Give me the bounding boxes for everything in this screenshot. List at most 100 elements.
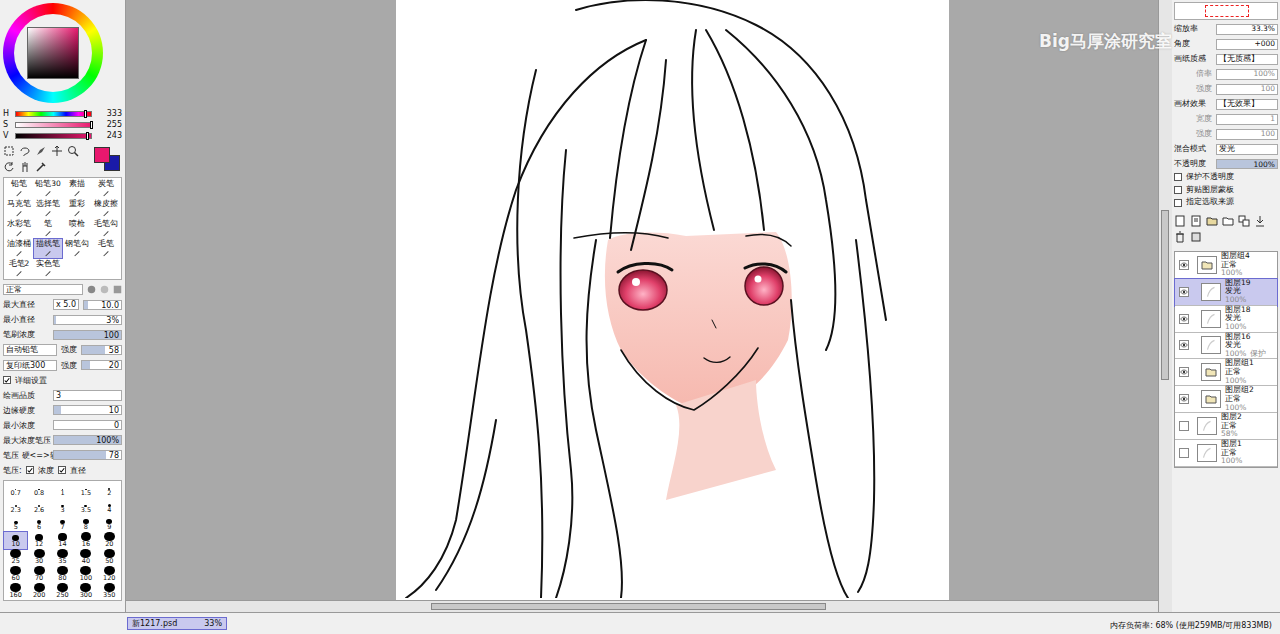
brush-tool[interactable]: 马克笔 [5, 199, 33, 218]
opacity-slider[interactable]: 100% [1216, 159, 1278, 169]
layer-row[interactable]: 图层16发光100%保护 [1175, 333, 1277, 360]
layer-thumb-icon[interactable] [1197, 417, 1217, 435]
color-swatches[interactable] [94, 147, 122, 171]
visibility-toggle[interactable] [1179, 314, 1189, 324]
size-preset[interactable]: 100 [74, 566, 97, 583]
size-preset[interactable]: 200 [27, 583, 50, 600]
brush-tool[interactable]: 描线笔 [34, 239, 62, 258]
new-linework-icon[interactable] [1190, 215, 1202, 227]
brush-icon[interactable] [72, 189, 82, 197]
texture-select[interactable]: 复印纸300 [3, 360, 57, 371]
layer-row[interactable]: 图层19发光100% [1175, 279, 1277, 306]
brush-tool[interactable]: 实色笔 [34, 259, 62, 278]
option-checkbox[interactable] [1174, 199, 1182, 207]
detail-slider[interactable]: 100% [53, 435, 122, 445]
visibility-toggle[interactable] [1179, 340, 1189, 350]
size-preset[interactable]: 2.6 [27, 498, 50, 515]
folder-icon[interactable] [1201, 363, 1221, 381]
visibility-toggle[interactable] [1179, 394, 1189, 404]
size-preset[interactable]: 50 [98, 549, 121, 566]
pressure-checkbox[interactable] [26, 466, 34, 474]
size-preset[interactable]: 3.5 [74, 498, 97, 515]
canvas-sheet[interactable] [396, 0, 949, 600]
brush-tool[interactable]: 重彩 [63, 199, 91, 218]
size-preset[interactable]: 25 [4, 549, 27, 566]
brush-slider[interactable]: 10.0 [83, 300, 122, 310]
size-preset[interactable]: 300 [74, 583, 97, 600]
slider-knob[interactable] [86, 132, 89, 140]
texture-select[interactable]: 自动铅笔 [3, 344, 57, 355]
size-preset[interactable]: 70 [27, 566, 50, 583]
option-checkbox[interactable] [1174, 186, 1182, 194]
size-preset[interactable]: 160 [4, 583, 27, 600]
color-wheel[interactable] [3, 3, 103, 103]
saturation-square[interactable] [27, 27, 79, 79]
size-preset[interactable]: 8 [74, 515, 97, 532]
brush-icon[interactable] [43, 189, 53, 197]
size-preset[interactable]: 40 [74, 549, 97, 566]
brush-icon[interactable] [101, 249, 111, 257]
detail-slider[interactable]: 10 [53, 405, 122, 415]
blend-select[interactable]: 发光 [1216, 144, 1278, 155]
vertical-scrollbar[interactable] [1158, 0, 1172, 612]
pressure-checkbox[interactable] [58, 466, 66, 474]
multiplier[interactable]: x 5.0 [53, 299, 79, 310]
brush-icon[interactable] [14, 189, 24, 197]
size-preset[interactable]: 3 [51, 498, 74, 515]
brush-tool[interactable]: 钢笔勾 [63, 239, 91, 258]
brush-slider[interactable]: 3% [53, 315, 122, 325]
hsv-slider[interactable] [15, 122, 92, 128]
size-preset[interactable]: 60 [4, 566, 27, 583]
layer-thumb-icon[interactable] [1201, 283, 1221, 301]
brush-icon[interactable] [101, 189, 111, 197]
document-tab[interactable]: 新1217.psd33% [127, 617, 227, 630]
brush-icon[interactable] [14, 269, 24, 277]
size-preset[interactable]: 0.7 [4, 481, 27, 498]
size-preset[interactable]: 1.5 [74, 481, 97, 498]
soft-tip-icon[interactable] [100, 285, 109, 294]
new-folder-icon[interactable] [1206, 215, 1218, 227]
wand-icon[interactable] [35, 145, 47, 157]
copy-layer-icon[interactable] [1238, 215, 1250, 227]
delete-icon[interactable] [1174, 231, 1186, 243]
visibility-toggle[interactable] [1179, 287, 1189, 297]
visibility-toggle[interactable] [1179, 448, 1189, 458]
eyedropper-icon[interactable] [35, 161, 47, 173]
size-preset[interactable]: 14 [51, 532, 74, 549]
brush-tool[interactable]: 铅笔 [5, 179, 33, 198]
brush-tool[interactable]: 毛笔 [92, 239, 120, 258]
zoom-icon[interactable] [67, 145, 79, 157]
brush-tool[interactable]: 毛笔2 [5, 259, 33, 278]
layer-row[interactable]: 图层2正常58% [1175, 413, 1277, 440]
brush-tool[interactable]: 选择笔 [34, 199, 62, 218]
size-preset[interactable]: 20 [98, 532, 121, 549]
detail-checkbox[interactable] [3, 376, 11, 384]
option-checkbox[interactable] [1174, 173, 1182, 181]
layer-thumb-icon[interactable] [1201, 336, 1221, 354]
layer-row[interactable]: 图层组1正常100% [1175, 359, 1277, 386]
slider-knob[interactable] [84, 110, 87, 118]
visibility-toggle[interactable] [1179, 421, 1189, 431]
size-preset[interactable]: 250 [51, 583, 74, 600]
hand-icon[interactable] [19, 161, 31, 173]
color-swatch[interactable] [94, 147, 110, 163]
mask-icon[interactable] [1190, 231, 1202, 243]
hsv-slider[interactable] [15, 133, 92, 139]
size-preset[interactable]: 350 [98, 583, 121, 600]
layer-row[interactable]: 图层18发光100% [1175, 306, 1277, 333]
horizontal-scrollbar[interactable] [126, 600, 1158, 612]
slider-knob[interactable] [90, 121, 93, 129]
size-preset[interactable]: 12 [27, 532, 50, 549]
brush-icon[interactable] [43, 209, 53, 217]
brush-tool[interactable]: 水彩笔 [5, 219, 33, 238]
rotate-icon[interactable] [3, 161, 15, 173]
size-preset[interactable]: 10 [4, 532, 27, 549]
new-layer-icon[interactable] [1174, 215, 1186, 227]
move-icon[interactable] [51, 145, 63, 157]
size-preset[interactable]: 2.3 [4, 498, 27, 515]
paper-select[interactable]: 【无质感】 [1216, 54, 1278, 65]
round-tip-icon[interactable] [87, 285, 96, 294]
brush-slider[interactable]: 100 [53, 330, 122, 340]
lasso-icon[interactable] [19, 145, 31, 157]
size-preset[interactable]: 7 [51, 515, 74, 532]
